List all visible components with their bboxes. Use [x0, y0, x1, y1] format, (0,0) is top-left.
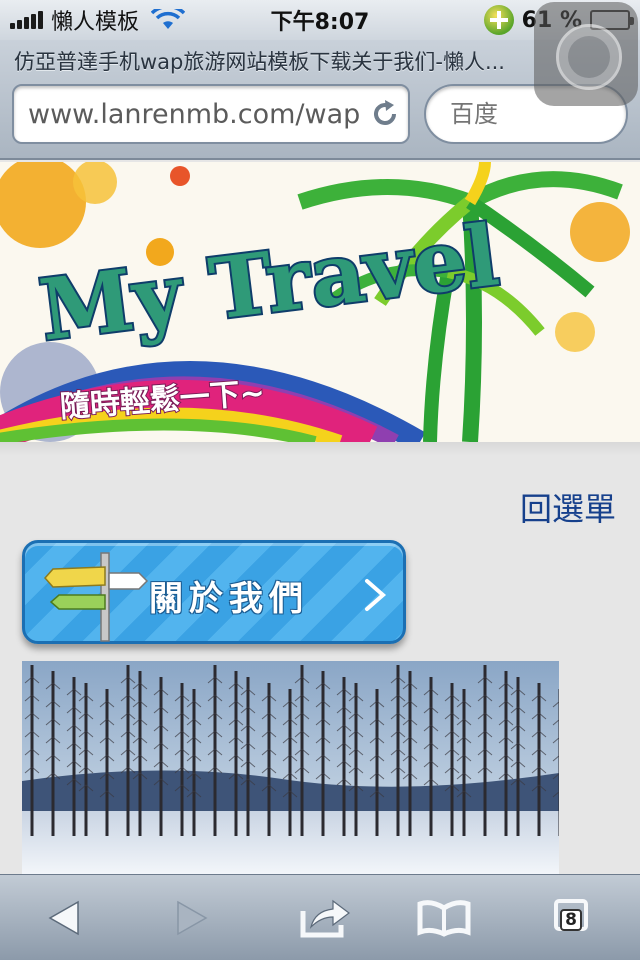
- book-icon: [417, 900, 471, 937]
- url-text: www.lanrenmb.com/wap: [28, 98, 361, 130]
- banner-divider: [0, 442, 640, 456]
- browser-toolbar: 8: [0, 874, 640, 960]
- wifi-icon: [151, 9, 186, 29]
- security-plus-icon: [483, 5, 514, 35]
- tabs-count-badge: 8: [560, 909, 582, 931]
- share-button[interactable]: [294, 895, 354, 941]
- reload-icon[interactable]: [370, 99, 400, 129]
- header-banner: My Travel 隨時輕鬆一下~: [0, 162, 640, 442]
- about-us-button[interactable]: 關於我們: [22, 540, 406, 644]
- chevron-right-icon: [365, 579, 387, 611]
- share-icon: [300, 899, 350, 938]
- signal-strength-icon: [10, 11, 43, 29]
- address-bar[interactable]: www.lanrenmb.com/wap: [12, 84, 410, 144]
- back-to-menu-link[interactable]: 回選單: [520, 484, 616, 530]
- forward-arrow-icon: [177, 900, 208, 936]
- bookmarks-button[interactable]: [414, 895, 474, 941]
- forward-button[interactable]: [162, 895, 222, 941]
- back-arrow-icon: [48, 900, 79, 936]
- back-button[interactable]: [34, 895, 94, 941]
- about-us-label: 關於我們: [149, 579, 309, 619]
- banner-artwork: My Travel 隨時輕鬆一下~: [0, 162, 630, 442]
- winter-forest-photo: [22, 661, 559, 875]
- signpost-icon: [43, 552, 149, 642]
- page-title: 仿亞普達手机wap旅游网站模板下载关于我们-懶人...: [14, 50, 505, 74]
- carrier-name: 懶人模板: [51, 10, 140, 35]
- assistive-touch-button[interactable]: [534, 2, 638, 106]
- tabs-button[interactable]: 8: [544, 895, 604, 941]
